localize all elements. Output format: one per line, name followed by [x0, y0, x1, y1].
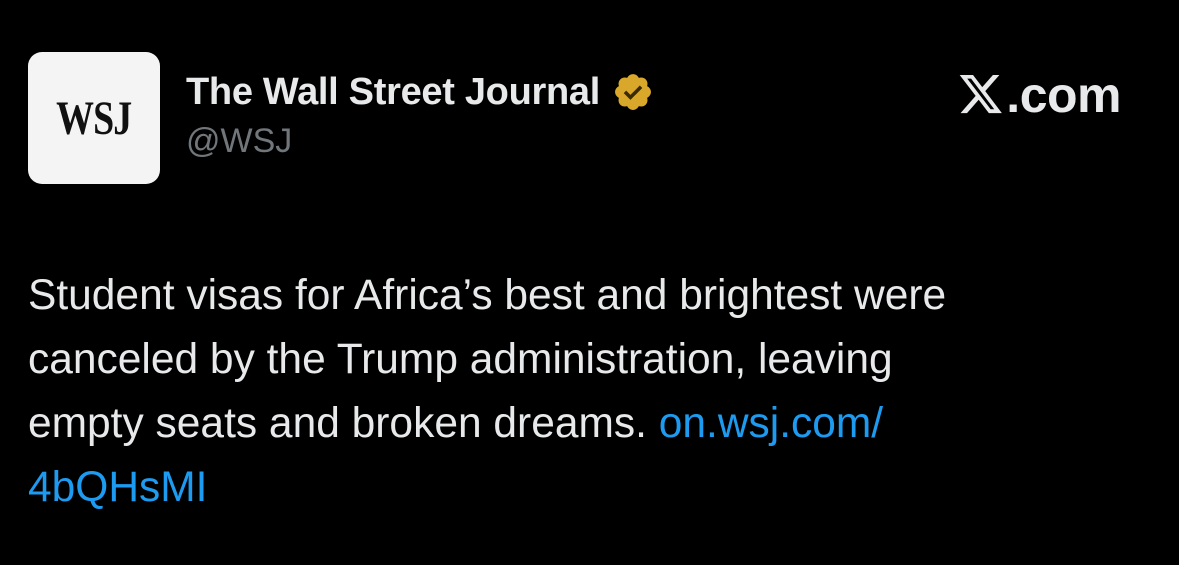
tweet-text-line-3: empty seats and broken dreams.: [28, 400, 647, 447]
tweet-body: Student visas for Africa’s best and brig…: [28, 264, 1158, 520]
tweet-link-part-1[interactable]: on.wsj.com/: [659, 400, 883, 447]
avatar[interactable]: WSJ: [28, 52, 160, 184]
tweet-text-line-1: Student visas for Africa’s best and brig…: [28, 272, 947, 319]
account-identity: The Wall Street Journal @WSJ: [186, 68, 654, 161]
x-logo-icon: [958, 74, 1004, 116]
tweet-text-line-2: canceled by the Trump administration, le…: [28, 336, 893, 383]
platform-watermark: .com: [958, 67, 1121, 123]
platform-domain-suffix: .com: [1006, 67, 1121, 123]
avatar-logo-text: WSJ: [56, 91, 132, 145]
tweet-link-part-2[interactable]: 4bQHsMI: [28, 464, 207, 511]
display-name[interactable]: The Wall Street Journal: [186, 71, 600, 114]
verified-badge-icon[interactable]: [612, 71, 654, 113]
account-handle[interactable]: @WSJ: [186, 122, 654, 161]
name-row: The Wall Street Journal: [186, 68, 654, 116]
tweet-header: WSJ The Wall Street Journal @WSJ .com: [28, 52, 1151, 186]
